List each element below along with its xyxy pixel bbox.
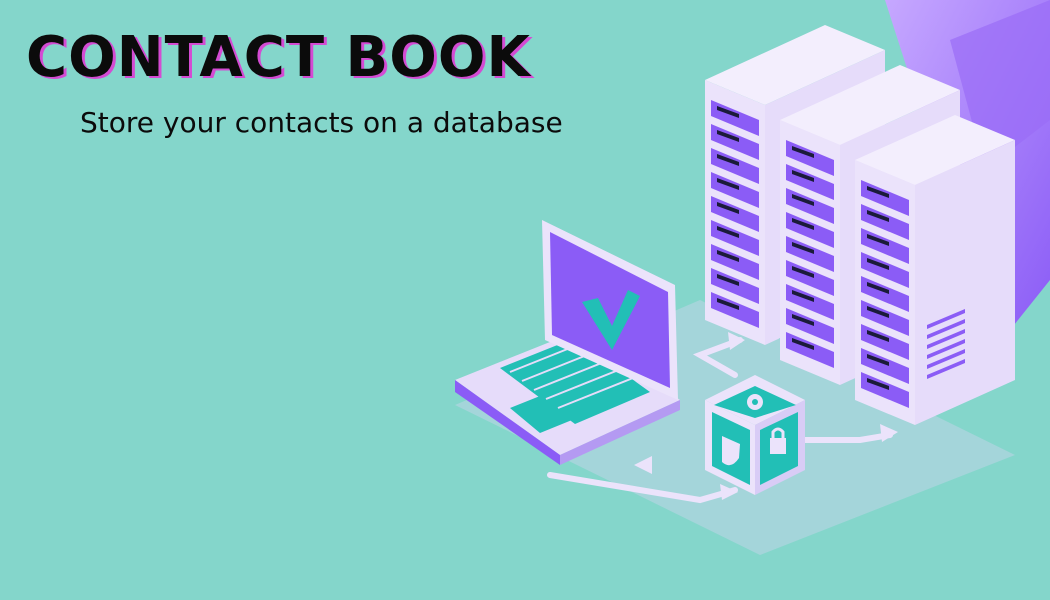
gear-icon: [747, 394, 763, 410]
security-cube-icon: [705, 375, 805, 495]
database-illustration: [455, 0, 1050, 555]
